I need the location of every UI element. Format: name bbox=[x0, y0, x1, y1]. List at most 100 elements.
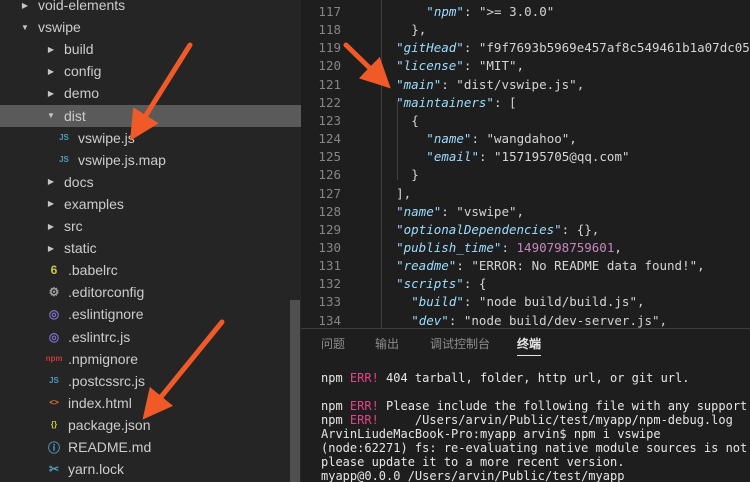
code-line[interactable]: 123 { bbox=[301, 112, 750, 130]
tree-item-npmignore[interactable]: npm .npmignore bbox=[0, 348, 301, 370]
code-line[interactable]: 118}, bbox=[301, 21, 750, 39]
tree-item-docs[interactable]: ▶ docs bbox=[0, 171, 301, 193]
tree-item-label: vswipe bbox=[38, 19, 81, 36]
json-value: } bbox=[411, 167, 419, 183]
line-number: 124 bbox=[318, 131, 341, 147]
tree-item-label: docs bbox=[64, 173, 94, 190]
chevron-right-icon[interactable]: ▶ bbox=[46, 89, 56, 98]
chevron-right-icon[interactable]: ▶ bbox=[46, 67, 56, 76]
terminal-line: npm ERR! /Users/arvin/Public/test/myapp/… bbox=[321, 413, 733, 427]
chevron-right-icon[interactable]: ▶ bbox=[46, 177, 56, 186]
panel-tab[interactable]: 终端 bbox=[517, 335, 542, 356]
json-value: : "ERROR: No README data found!", bbox=[456, 258, 705, 274]
code-text: { bbox=[411, 112, 419, 130]
sidebar-scrollbar-thumb[interactable] bbox=[290, 300, 300, 482]
tree-item-babelrc[interactable]: 6 .babelrc bbox=[0, 259, 301, 281]
line-number: 119 bbox=[318, 40, 341, 56]
chevron-right-icon[interactable]: ▶ bbox=[46, 45, 56, 54]
code-line[interactable]: 122 "maintainers": [ bbox=[301, 94, 750, 112]
tree-item-yarn-lock[interactable]: ✂ yarn.lock bbox=[0, 458, 301, 480]
code-text: "maintainers": [ bbox=[396, 94, 516, 112]
chevron-right-icon[interactable]: ▶ bbox=[20, 1, 30, 10]
code-editor[interactable]: 117 "npm": ">= 3.0.0" 118}, 119 "gitHead": "… bbox=[301, 0, 750, 328]
chevron-right-icon[interactable]: ▶ bbox=[46, 199, 56, 208]
json-value: ], bbox=[396, 185, 412, 201]
json-value: : {}, bbox=[561, 221, 600, 237]
eslint-file-icon: ◎ bbox=[48, 329, 60, 344]
line-number: 130 bbox=[318, 239, 341, 255]
tree-item-vswipe-js[interactable]: JS vswipe.js bbox=[0, 127, 301, 149]
code-line[interactable]: 134 "dev": "node build/dev-server.js", bbox=[301, 312, 750, 328]
chevron-right-icon[interactable]: ▶ bbox=[46, 222, 56, 231]
code-text: "main": "dist/vswipe.js", bbox=[396, 76, 584, 94]
code-line[interactable]: 125 "email": "157195705@qq.com" bbox=[301, 148, 750, 166]
error-tag: ERR! bbox=[349, 371, 379, 385]
terminal-text: /Users/arvin/Public/test/myapp/npm-debug… bbox=[378, 413, 733, 427]
json-key: "main" bbox=[396, 76, 442, 92]
tree-item-label: .eslintignore bbox=[68, 306, 144, 323]
code-line[interactable]: 128 "name": "vswipe", bbox=[301, 203, 750, 221]
json-value: : [ bbox=[493, 94, 517, 110]
panel-tab[interactable]: 调试控制台 bbox=[430, 335, 490, 355]
tree-item-vswipe[interactable]: ▼ vswipe bbox=[0, 16, 301, 38]
tree-item-vswipe-js-map[interactable]: JS vswipe.js.map bbox=[0, 149, 301, 171]
tree-item-eslintignore[interactable]: ◎ .eslintignore bbox=[0, 303, 301, 325]
chevron-down-icon[interactable]: ▼ bbox=[46, 111, 56, 120]
tree-item-label: vswipe.js bbox=[78, 129, 135, 146]
json-value: : "vswipe", bbox=[441, 203, 525, 219]
code-line[interactable]: 132 "scripts": { bbox=[301, 275, 750, 293]
code-line[interactable]: 120 "license": "MIT", bbox=[301, 57, 750, 75]
json-value: : "157195705@qq.com" bbox=[478, 149, 630, 165]
code-line[interactable]: 129 "optionalDependencies": {}, bbox=[301, 221, 750, 239]
code-text: "dev": "node build/dev-server.js", bbox=[411, 312, 667, 328]
code-line[interactable]: 117 "npm": ">= 3.0.0" bbox=[301, 3, 750, 21]
tree-item-examples[interactable]: ▶ examples bbox=[0, 193, 301, 215]
line-number: 127 bbox=[318, 185, 341, 201]
code-line[interactable]: 127], bbox=[301, 185, 750, 203]
code-text: "optionalDependencies": {}, bbox=[396, 221, 599, 239]
terminal-line: ArvinLiudeMacBook-Pro:myapp arvin$ npm i… bbox=[321, 427, 661, 441]
code-line[interactable]: 133 "build": "node build/build.js", bbox=[301, 293, 750, 311]
tree-item-eslintrc-js[interactable]: ◎ .eslintrc.js bbox=[0, 326, 301, 348]
panel-tab[interactable]: 问题 bbox=[321, 335, 345, 355]
line-number: 129 bbox=[318, 221, 341, 237]
code-line[interactable]: 126} bbox=[301, 166, 750, 184]
terminal-line: myapp@0.0.0 /Users/arvin/Public/test/mya… bbox=[321, 469, 624, 482]
terminal-text: please update it to a more recent versio… bbox=[321, 455, 625, 469]
eslint-file-icon: ◎ bbox=[48, 307, 60, 322]
code-line[interactable]: 124 "name": "wangdahoo", bbox=[301, 130, 750, 148]
tree-item-label: .eslintrc.js bbox=[68, 328, 131, 345]
chevron-down-icon[interactable]: ▼ bbox=[20, 23, 30, 32]
terminal-text: npm bbox=[321, 413, 350, 427]
js-file-icon: JS bbox=[59, 155, 69, 165]
code-line[interactable]: 119 "gitHead": "f9f7693b5969e457af8c54946… bbox=[301, 39, 750, 57]
code-text: } bbox=[411, 166, 419, 184]
tree-item-dist[interactable]: ▼ dist bbox=[0, 104, 301, 127]
terminal-line: npm ERR! 404 tarball, folder, http url, … bbox=[321, 371, 689, 385]
line-number: 120 bbox=[318, 58, 341, 74]
line-number: 126 bbox=[318, 167, 341, 183]
code-line[interactable]: 131 "readme": "ERROR: No README data foun… bbox=[301, 257, 750, 275]
tree-item-void-elements[interactable]: ▶ void-elements bbox=[0, 0, 301, 16]
tree-item-index-html[interactable]: <> index.html bbox=[0, 392, 301, 414]
code-text: "readme": "ERROR: No README data found!"… bbox=[396, 257, 705, 275]
code-text: "publish_time": 1490798759601, bbox=[396, 239, 622, 257]
tree-item-src[interactable]: ▶ src bbox=[0, 215, 301, 237]
tree-item-package-json[interactable]: {} package.json bbox=[0, 414, 301, 436]
terminal-line: npm ERR! Please include the following fi… bbox=[321, 399, 747, 413]
chevron-right-icon[interactable]: ▶ bbox=[46, 244, 56, 253]
code-line[interactable]: 130 "publish_time": 1490798759601, bbox=[301, 239, 750, 257]
panel-tab[interactable]: 输出 bbox=[375, 335, 399, 355]
code-line[interactable]: 121 "main": "dist/vswipe.js", bbox=[301, 76, 750, 94]
tree-item-config[interactable]: ▶ config bbox=[0, 60, 301, 82]
tree-item-static[interactable]: ▶ static bbox=[0, 237, 301, 259]
babel-file-icon: 6 bbox=[50, 263, 58, 278]
tree-item-postcssrc-js[interactable]: JS .postcssrc.js bbox=[0, 370, 301, 392]
tree-item-label: examples bbox=[64, 195, 124, 212]
json-value: : "node build/build.js", bbox=[463, 294, 645, 310]
tree-item-build[interactable]: ▶ build bbox=[0, 38, 301, 60]
tree-item-demo[interactable]: ▶ demo bbox=[0, 82, 301, 104]
tree-item-readme-md[interactable]: ⓘ README.md bbox=[0, 436, 301, 458]
tree-item-editorconfig[interactable]: ⚙ .editorconfig bbox=[0, 281, 301, 303]
code-text: ], bbox=[396, 185, 411, 203]
